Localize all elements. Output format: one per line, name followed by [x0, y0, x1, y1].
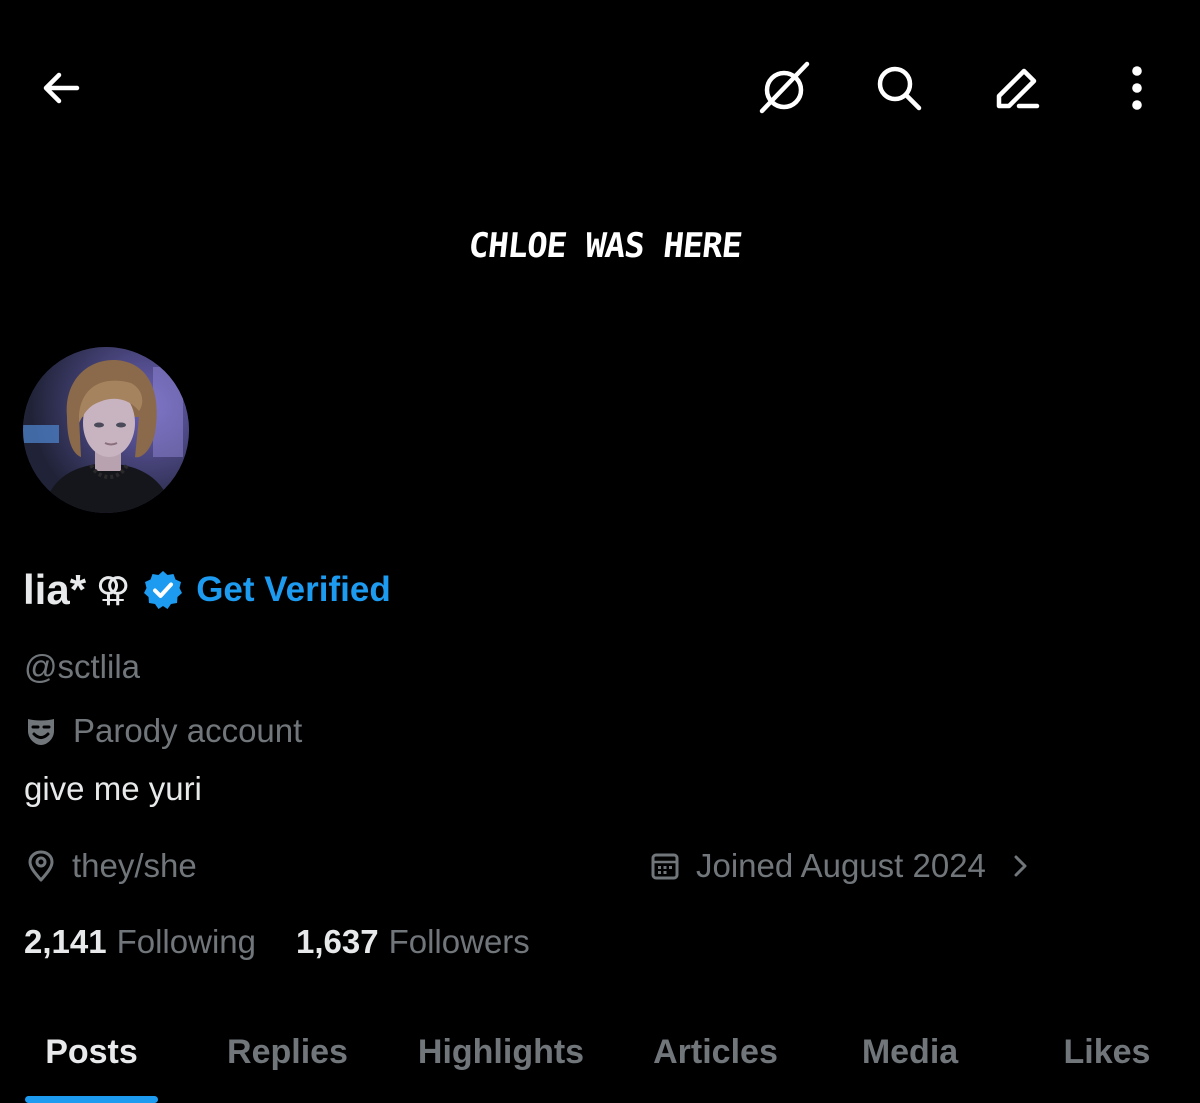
tab-highlights[interactable]: Highlights [405, 1026, 597, 1078]
profile-bio: give me yuri [24, 770, 202, 807]
vertical-dots-icon [1132, 66, 1142, 110]
location-text: they/she [72, 847, 197, 884]
followers-label: Followers [388, 923, 530, 960]
display-name: lia* [23, 566, 87, 613]
arrow-left-icon [43, 72, 80, 104]
followers-stat[interactable]: 1,637 Followers [296, 923, 530, 961]
followers-count: 1,637 [296, 923, 379, 960]
avatar[interactable] [23, 347, 189, 513]
location-row: they/she [26, 842, 197, 890]
name-row: lia* ⚢ Get Verified [23, 562, 391, 618]
tab-posts[interactable]: Posts [25, 1026, 158, 1078]
parody-account-label: Parody account [73, 712, 303, 749]
theater-mask-icon [28, 719, 54, 745]
joined-row[interactable]: Joined August 2024 [650, 842, 1036, 890]
more-options-button[interactable] [1105, 56, 1169, 120]
calendar-icon [651, 853, 679, 880]
tab-likes[interactable]: Likes [1040, 1026, 1174, 1078]
follow-stats: 2,141 Following 1,637 Followers [24, 918, 530, 966]
following-label: Following [116, 923, 256, 960]
back-button[interactable] [29, 56, 93, 120]
username-handle: @sctlila [24, 648, 141, 685]
grok-button[interactable] [752, 56, 816, 120]
following-stat[interactable]: 2,141 Following [24, 923, 256, 961]
tab-media[interactable]: Media [840, 1026, 980, 1078]
verified-badge-icon[interactable] [142, 569, 184, 611]
pencil-icon [996, 68, 1040, 109]
search-button[interactable] [867, 56, 931, 120]
slashed-circle-icon [759, 61, 810, 114]
active-tab-indicator [25, 1096, 158, 1103]
joined-date-text: Joined August 2024 [696, 847, 986, 884]
chevron-right-icon [1014, 855, 1027, 877]
banner-text: CHLOE WAS HERE [466, 226, 744, 266]
name-symbol: ⚢ [96, 571, 131, 609]
search-icon [877, 66, 922, 111]
parody-label-row[interactable]: Parody account [25, 708, 302, 754]
tab-replies[interactable]: Replies [210, 1026, 365, 1078]
tab-articles[interactable]: Articles [637, 1026, 794, 1078]
location-pin-icon [28, 850, 54, 882]
get-verified-link[interactable]: Get Verified [196, 570, 391, 610]
edit-profile-button[interactable] [985, 56, 1049, 120]
following-count: 2,141 [24, 923, 107, 960]
